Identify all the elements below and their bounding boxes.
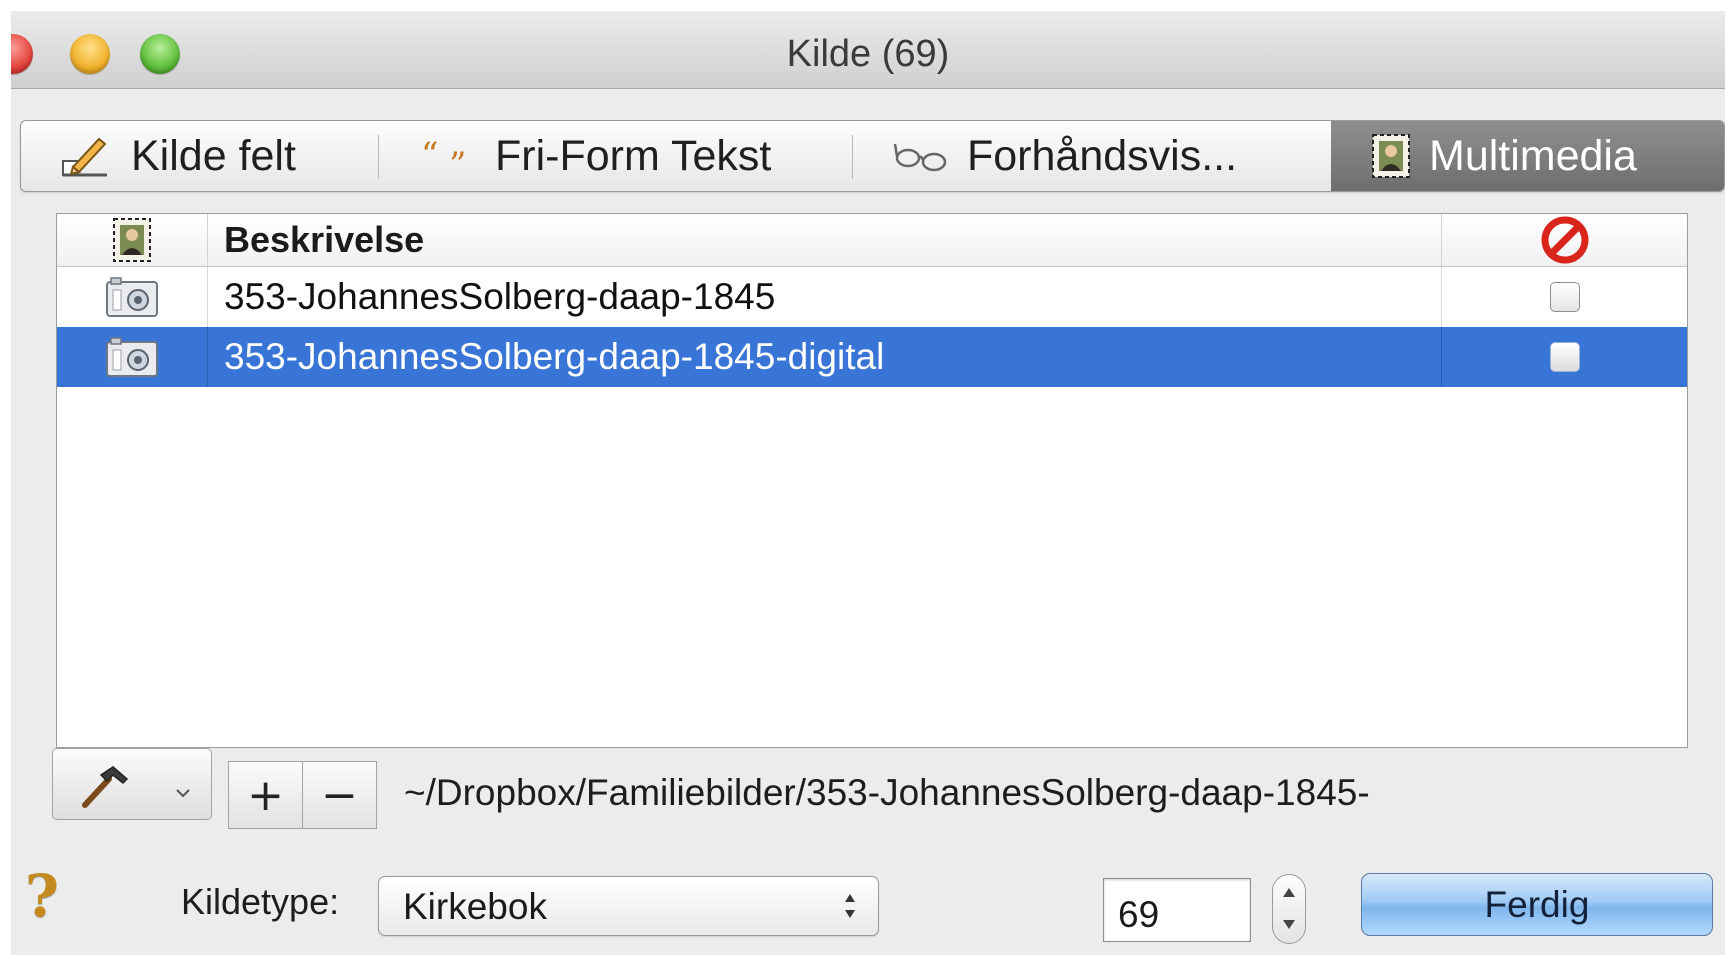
- camera-icon: [106, 337, 158, 377]
- row-exclude-cell: [1442, 267, 1687, 327]
- table-row[interactable]: 353-JohannesSolberg-daap-1845: [57, 267, 1687, 327]
- row-exclude-cell: [1442, 327, 1687, 387]
- tab-kilde-felt[interactable]: Kilde felt: [21, 121, 379, 191]
- table-row-selected[interactable]: 353-JohannesSolberg-daap-1845-digital: [57, 327, 1687, 387]
- action-menu-button[interactable]: [52, 748, 212, 820]
- window-title: Kilde (69): [786, 33, 950, 75]
- tab-label: Multimedia: [1429, 131, 1637, 180]
- source-window: Kilde (69) Kilde felt “ ” Fri-Form Tekst: [11, 11, 1725, 955]
- tab-label: Fri-Form Tekst: [495, 131, 772, 180]
- multimedia-table: Beskrivelse 353-JohannesSolberg-daap-184…: [56, 213, 1688, 748]
- kildetype-label: Kildetype:: [181, 881, 340, 922]
- kildetype-select[interactable]: Kirkebok: [378, 876, 879, 936]
- chevron-down-icon: [176, 789, 190, 798]
- svg-text:“: “: [421, 136, 438, 175]
- svg-text:”: ”: [449, 145, 466, 176]
- row-icon-cell: [57, 267, 208, 327]
- remove-button[interactable]: −: [302, 762, 376, 828]
- quote-icon: “ ”: [421, 136, 466, 176]
- stepper-up-icon[interactable]: [1282, 886, 1296, 898]
- add-button[interactable]: +: [229, 762, 302, 828]
- done-button[interactable]: Ferdig: [1361, 873, 1713, 936]
- add-remove-group: + −: [228, 761, 377, 829]
- tab-label: Forhåndsvis...: [967, 131, 1238, 180]
- pencil-icon: [62, 137, 107, 177]
- file-path: ~/Dropbox/Familiebilder/353-JohannesSolb…: [404, 772, 1370, 813]
- table-header: Beskrivelse: [57, 214, 1687, 267]
- title-bar[interactable]: Kilde (69): [11, 11, 1725, 89]
- tab-multimedia[interactable]: Multimedia: [1331, 121, 1724, 191]
- header-exclude-column[interactable]: [1442, 214, 1687, 266]
- row-description: 353-JohannesSolberg-daap-1845-digital: [208, 327, 1442, 387]
- help-button[interactable]: ?: [25, 862, 59, 930]
- tab-bar: Kilde felt “ ” Fri-Form Tekst Forhåndsvi…: [20, 120, 1725, 192]
- tab-fri-form-tekst[interactable]: “ ” Fri-Form Tekst: [379, 121, 853, 191]
- exclude-checkbox[interactable]: [1549, 282, 1580, 312]
- tab-forhandsvis[interactable]: Forhåndsvis...: [853, 121, 1331, 191]
- glasses-icon: [893, 143, 947, 172]
- number-field[interactable]: [1103, 878, 1251, 942]
- kildetype-value: Kirkebok: [403, 886, 547, 927]
- header-description[interactable]: Beskrivelse: [208, 214, 1442, 266]
- row-icon-cell: [57, 327, 208, 387]
- updown-arrows-icon: [845, 894, 855, 918]
- portrait-icon: [1372, 134, 1410, 178]
- tab-label: Kilde felt: [131, 131, 296, 180]
- hammer-icon: [82, 766, 129, 808]
- row-description: 353-JohannesSolberg-daap-1845: [208, 267, 1442, 327]
- exclude-checkbox[interactable]: [1549, 342, 1580, 372]
- header-icon-column[interactable]: [57, 214, 208, 266]
- prohibited-icon: [1541, 216, 1588, 264]
- stepper-down-icon[interactable]: [1282, 919, 1296, 931]
- portrait-icon: [113, 218, 151, 262]
- number-stepper[interactable]: [1272, 874, 1306, 944]
- camera-icon: [106, 277, 158, 317]
